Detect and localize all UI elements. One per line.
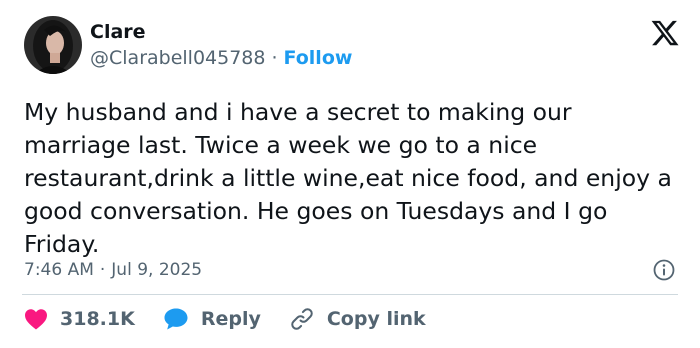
tweet-header: Clare @Clarabell045788 · Follow (24, 16, 352, 74)
time-separator: · (99, 260, 106, 280)
tweet-text: My husband and i have a secret to making… (24, 98, 672, 258)
display-name[interactable]: Clare (90, 19, 352, 45)
heart-icon (25, 309, 47, 330)
x-logo-icon[interactable] (650, 18, 680, 48)
like-button[interactable]: 318.1K (24, 308, 135, 330)
action-bar: 318.1K Reply Copy link (24, 306, 454, 332)
follow-button[interactable]: Follow (284, 45, 353, 71)
tweet-time: 7:46 AM (24, 260, 94, 280)
copy-link-label: Copy link (326, 308, 426, 330)
user-info: Clare @Clarabell045788 · Follow (90, 19, 352, 71)
tweet-card: Clare @Clarabell045788 · Follow My husba… (0, 0, 700, 348)
link-icon (291, 308, 313, 330)
avatar[interactable] (24, 16, 82, 74)
reply-label: Reply (200, 308, 261, 330)
reply-button[interactable]: Reply (163, 307, 261, 331)
tweet-meta: 7:46 AM · Jul 9, 2025 (24, 258, 676, 282)
like-count: 318.1K (60, 308, 135, 330)
user-handle[interactable]: @Clarabell045788 (90, 45, 265, 71)
info-icon[interactable] (652, 258, 676, 282)
handle-row: @Clarabell045788 · Follow (90, 45, 352, 71)
handle-separator: · (271, 47, 278, 69)
timestamp[interactable]: 7:46 AM · Jul 9, 2025 (24, 260, 202, 280)
divider (22, 294, 678, 295)
avatar-image (24, 16, 82, 74)
speech-bubble-icon (164, 308, 188, 330)
tweet-date: Jul 9, 2025 (111, 260, 203, 280)
copy-link-button[interactable]: Copy link (289, 306, 426, 332)
